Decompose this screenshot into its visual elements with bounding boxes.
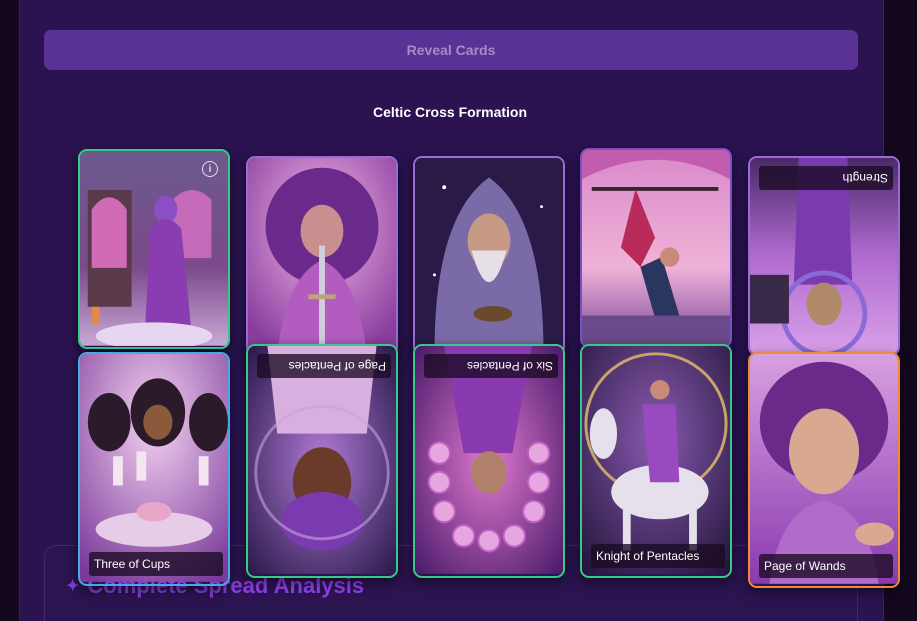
tarot-card-six-of-pentacles[interactable]: Six of Pentacles — [413, 344, 565, 578]
formation-title: Celtic Cross Formation — [372, 104, 528, 120]
card-name-label: Strength — [759, 166, 893, 190]
card-name-label: Three of Cups — [89, 552, 223, 576]
card-art — [248, 158, 396, 353]
info-icon[interactable]: i — [202, 161, 218, 177]
tarot-card-3[interactable] — [413, 156, 565, 356]
card-art — [415, 346, 563, 574]
card-art — [415, 158, 563, 353]
card-name-label: Six of Pentacles — [424, 354, 558, 378]
card-art — [248, 346, 396, 574]
tarot-card-three-of-cups[interactable]: Three of Cups — [78, 352, 230, 586]
tarot-card-4[interactable] — [580, 148, 732, 348]
tarot-card-knight-of-pentacles[interactable]: Knight of Pentacles — [580, 344, 732, 578]
card-art — [582, 346, 730, 574]
card-art — [80, 151, 228, 346]
card-art — [750, 354, 898, 584]
tarot-card-1[interactable]: i — [78, 149, 230, 349]
tarot-card-page-of-wands[interactable]: Page of Wands — [748, 352, 900, 588]
tarot-card-2[interactable] — [246, 156, 398, 356]
card-name-label: Knight of Pentacles — [591, 544, 725, 568]
tarot-card-strength[interactable]: Strength — [748, 156, 900, 356]
reveal-cards-button[interactable]: Reveal Cards — [44, 30, 858, 70]
card-name-label: Page of Pentacles — [257, 354, 391, 378]
card-name-label: Page of Wands — [759, 554, 893, 578]
card-art — [80, 354, 228, 582]
card-art — [582, 150, 730, 345]
tarot-card-page-of-pentacles[interactable]: Page of Pentacles — [246, 344, 398, 578]
